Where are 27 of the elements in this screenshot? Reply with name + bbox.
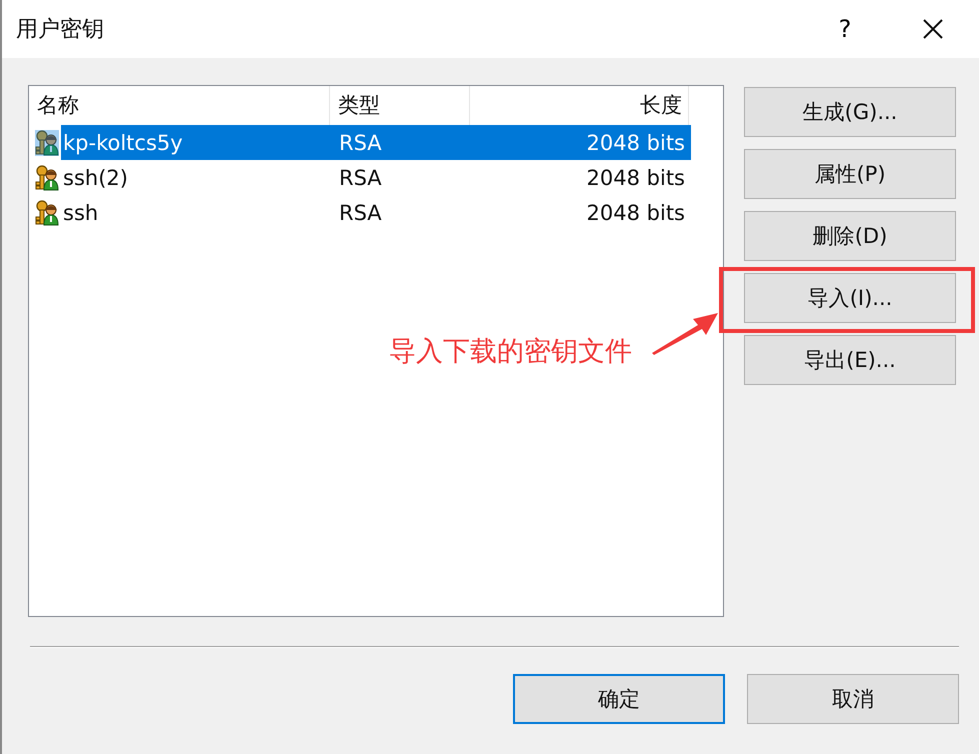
key-user-icon	[35, 200, 59, 226]
table-cell-text: ssh(2)	[62, 166, 129, 190]
table-cell-text: 2048 bits	[586, 200, 686, 224]
ok-button[interactable]: 确定	[513, 674, 725, 724]
side-button[interactable]: 删除(D)	[744, 211, 956, 261]
arrow-icon	[650, 311, 720, 355]
cancel-button[interactable]: 取消	[747, 674, 959, 724]
key-user-icon	[35, 164, 59, 190]
list-row[interactable]: ssh(2) RSA 2048 bits	[61, 160, 691, 195]
side-button[interactable]: 属性(P)	[744, 149, 956, 199]
table-cell-text: RSA	[338, 166, 383, 190]
side-button[interactable]: 导入(I)...	[744, 273, 956, 323]
list-row[interactable]: kp-koltcs5y RSA 2048 bits	[61, 125, 691, 160]
table-cell-text: 2048 bits	[586, 130, 686, 154]
annotation-text: 导入下载的密钥文件	[389, 335, 632, 369]
table-cell-text: RSA	[338, 200, 383, 224]
table-cell-text: kp-koltcs5y	[62, 130, 184, 154]
key-user-icon	[35, 130, 59, 156]
side-button[interactable]: 导出(E)...	[744, 335, 956, 385]
table-cell-text: RSA	[338, 130, 383, 154]
table-cell-text: ssh	[62, 200, 100, 224]
close-icon	[922, 18, 944, 40]
help-button[interactable]: ?	[825, 15, 865, 43]
window-title: 用户密钥	[16, 16, 105, 44]
list-row[interactable]: ssh RSA 2048 bits	[61, 195, 691, 230]
side-button[interactable]: 生成(G)...	[744, 87, 956, 137]
table-cell-text: 2048 bits	[586, 166, 686, 190]
